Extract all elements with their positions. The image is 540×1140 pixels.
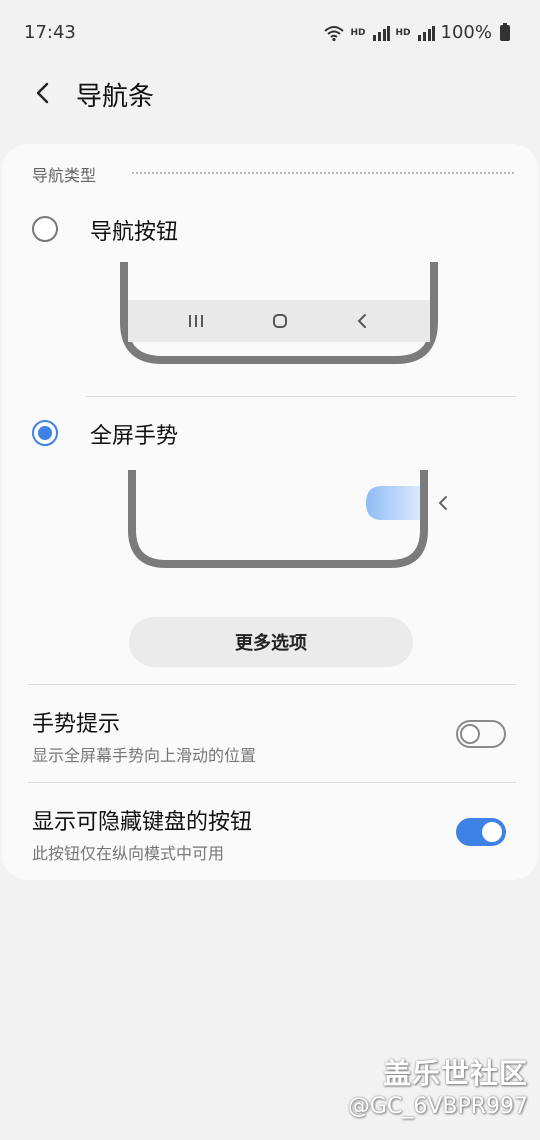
wifi-icon: [323, 25, 344, 41]
radio-full-screen-gestures[interactable]: [32, 420, 58, 446]
full-screen-gestures-illustration[interactable]: [126, 470, 456, 570]
option-label-buttons: 导航按钮: [90, 220, 179, 245]
cellular-signal-icon-2: [417, 25, 435, 41]
more-options-button[interactable]: 更多选项: [129, 617, 413, 667]
option-divider: [86, 396, 516, 397]
row-divider: [28, 782, 516, 783]
setting-title: 手势提示: [32, 712, 121, 737]
status-time: 17:43: [24, 22, 76, 43]
app-bar: 导航条: [0, 66, 540, 122]
gesture-hints-toggle[interactable]: [456, 720, 506, 748]
page-title: 导航条: [76, 82, 155, 112]
watermark-user: @GC_6VBPR997: [347, 1094, 528, 1119]
navigation-buttons-illustration[interactable]: [120, 262, 438, 366]
keyboard-button-toggle[interactable]: [456, 818, 506, 846]
battery-icon: [500, 22, 510, 41]
chevron-left-gesture-icon: [438, 496, 447, 510]
setting-subtitle: 显示全屏幕手势向上滑动的位置: [32, 746, 257, 765]
hd-badge-1: HD: [350, 27, 366, 38]
cellular-signal-icon: [372, 25, 390, 41]
settings-card: 导航类型 导航按钮 全屏手势 更多选项 手势提示 显示全屏幕手势向上滑动的位置 …: [2, 144, 538, 880]
back-button[interactable]: [26, 76, 60, 110]
setting-title: 显示可隐藏键盘的按钮: [32, 810, 253, 835]
section-header: 导航类型: [32, 166, 97, 185]
toggle-knob: [460, 724, 480, 744]
setting-subtitle: 此按钮仅在纵向模式中可用: [32, 844, 225, 863]
hd-badge-2: HD: [395, 27, 411, 38]
option-label-gestures: 全屏手势: [90, 424, 179, 449]
toggle-knob: [480, 820, 504, 844]
section-divider-2: [28, 684, 516, 685]
gesture-hint-handle: [366, 486, 420, 520]
radio-navigation-buttons[interactable]: [32, 216, 58, 242]
section-divider: [132, 172, 514, 174]
battery-percent: 100%: [440, 22, 492, 43]
status-bar: 17:43 HD HD 100%: [0, 0, 540, 66]
watermark-brand: 盖乐世社区: [382, 1057, 528, 1090]
status-icons: HD HD 100%: [323, 22, 510, 43]
chevron-left-icon: [36, 82, 49, 104]
